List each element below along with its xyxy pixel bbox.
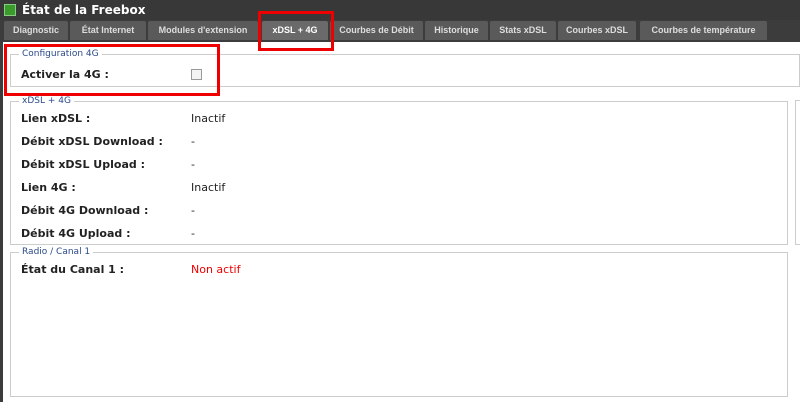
tab-stats-xdsl[interactable]: Stats xDSL [490, 21, 556, 40]
content-area: Configuration 4G Activer la 4G : xDSL + … [3, 42, 800, 402]
tab-historique[interactable]: Historique [425, 21, 488, 40]
xdsl-4g-legend: xDSL + 4G [22, 96, 71, 106]
window-title: État de la Freebox [22, 3, 146, 17]
canal-state-label: État du Canal 1 : [21, 263, 125, 276]
row-value: Inactif [191, 112, 226, 125]
highlight-config-4g [4, 44, 220, 96]
row-value: - [191, 158, 195, 171]
radio-canal-panel: Radio / Canal 1 État du Canal 1 : Non ac… [10, 247, 788, 397]
row-label: Débit xDSL Upload : [21, 158, 145, 171]
row-label: Débit 4G Download : [21, 204, 149, 217]
radio-canal-legend: Radio / Canal 1 [22, 247, 91, 257]
row-label: Débit xDSL Download : [21, 135, 163, 148]
row-label: Lien xDSL : [21, 112, 91, 125]
side-panel-edge [795, 100, 800, 245]
freebox-app-icon [4, 4, 16, 16]
canal-state-value: Non actif [191, 263, 241, 276]
highlight-xdsl-tab [258, 11, 334, 51]
tab-etat-internet[interactable]: État Internet [70, 21, 146, 40]
row-label: Débit 4G Upload : [21, 227, 131, 240]
row-value: - [191, 135, 195, 148]
tab-modules-extension[interactable]: Modules d'extension [148, 21, 258, 40]
tab-courbes-xdsl[interactable]: Courbes xDSL [558, 21, 636, 40]
row-value: - [191, 227, 195, 240]
tab-courbes-debit[interactable]: Courbes de Débit [330, 21, 423, 40]
tab-bar: Diagnostic État Internet Modules d'exten… [4, 21, 774, 41]
row-value: - [191, 204, 195, 217]
row-label: Lien 4G : [21, 181, 76, 194]
window-titlebar: État de la Freebox [0, 0, 800, 20]
xdsl-4g-panel: xDSL + 4G Lien xDSL : Inactif Débit xDSL … [10, 96, 788, 245]
tab-diagnostic[interactable]: Diagnostic [4, 21, 68, 40]
row-value: Inactif [191, 181, 226, 194]
tab-courbes-temperature[interactable]: Courbes de température [640, 21, 767, 40]
